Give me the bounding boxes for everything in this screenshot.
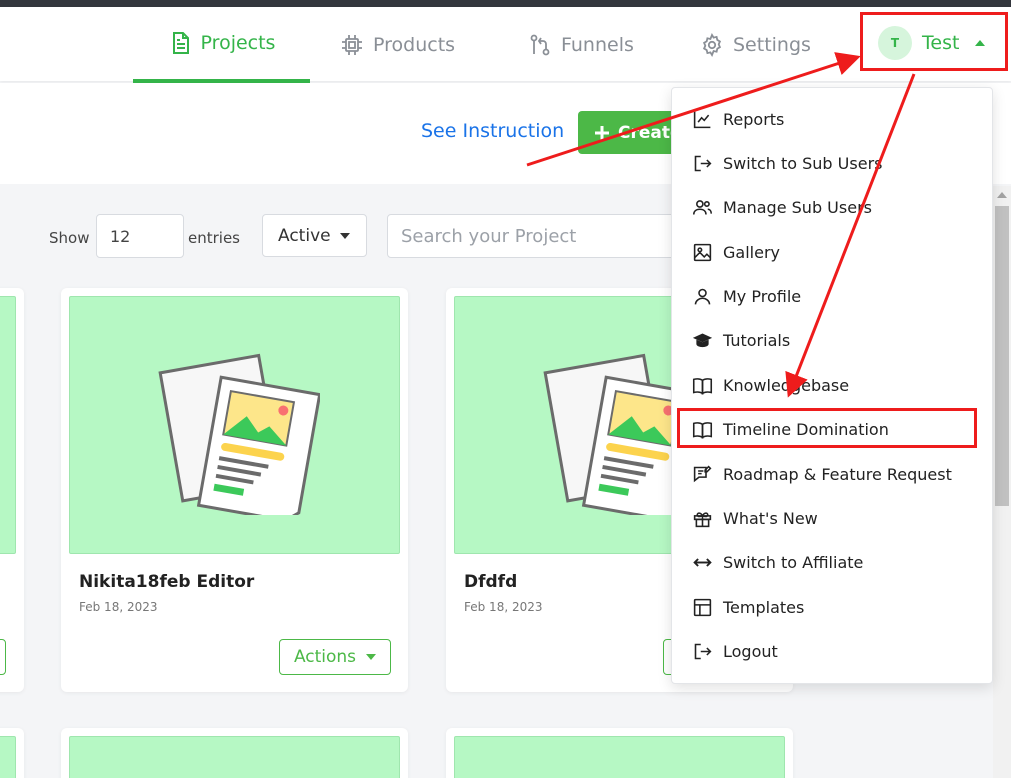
user-dropdown-menu: Reports Switch to Sub Users Manage Sub U…	[671, 87, 993, 684]
show-label: Show	[49, 229, 90, 247]
menu-item-manage-sub-users[interactable]: Manage Sub Users	[692, 193, 872, 221]
menu-item-label: Logout	[723, 641, 778, 661]
project-thumbnail	[0, 296, 16, 554]
tab-settings-label: Settings	[733, 34, 811, 56]
see-instruction-link[interactable]: See Instruction	[421, 120, 564, 142]
actions-button-label: Actions	[293, 647, 357, 667]
tab-projects-label: Projects	[200, 32, 276, 54]
entries-label: entries	[188, 229, 240, 247]
scrollbar-thumb[interactable]	[995, 206, 1009, 506]
annotation-highlight-timeline-domination	[677, 408, 977, 448]
project-card-partial	[0, 728, 24, 778]
tab-funnels-label: Funnels	[561, 34, 634, 56]
entries-per-page-input[interactable]	[96, 214, 184, 258]
arrows-horizontal-icon	[693, 557, 712, 567]
project-thumbnail	[454, 736, 785, 778]
caret-down-icon	[339, 232, 350, 239]
file-document-icon	[172, 32, 189, 54]
menu-item-logout[interactable]: Logout	[692, 637, 778, 665]
actions-button[interactable]: Actions	[279, 639, 391, 675]
project-title: Dfdfd	[464, 572, 518, 592]
sign-in-icon	[694, 155, 712, 171]
page-scrollbar[interactable]	[993, 186, 1011, 778]
project-card[interactable]	[61, 728, 408, 778]
project-date: Feb 18, 2023	[464, 600, 543, 614]
caret-down-icon	[366, 654, 377, 660]
status-filter-value: Active	[278, 225, 331, 246]
menu-item-reports[interactable]: Reports	[692, 105, 784, 133]
menu-item-my-profile[interactable]: My Profile	[692, 282, 801, 310]
menu-item-tutorials[interactable]: Tutorials	[692, 326, 790, 354]
menu-item-label: Reports	[723, 109, 785, 129]
tab-funnels[interactable]: Funnels	[528, 7, 634, 83]
tab-settings[interactable]: Settings	[700, 7, 811, 83]
menu-item-label: My Profile	[723, 286, 802, 306]
menu-item-templates[interactable]: Templates	[692, 593, 804, 621]
tab-products[interactable]: Products	[340, 7, 455, 83]
document-illustration-icon	[157, 353, 320, 515]
project-search-input[interactable]	[387, 214, 677, 258]
project-card[interactable]	[446, 728, 793, 778]
book-open-icon	[692, 377, 713, 395]
menu-item-label: Switch to Sub Users	[723, 153, 883, 173]
users-icon	[692, 199, 713, 215]
project-thumbnail	[0, 736, 16, 778]
menu-item-label: Templates	[723, 597, 805, 617]
project-title: Nikita18feb Editor	[79, 572, 255, 592]
menu-item-roadmap-feature-request[interactable]: Roadmap & Feature Request	[692, 460, 952, 488]
project-thumbnail	[69, 296, 400, 554]
browser-top-strip	[0, 0, 1011, 7]
git-branch-icon	[530, 34, 550, 56]
project-date: Feb 18, 2023	[79, 600, 158, 614]
menu-item-label: Switch to Affiliate	[723, 552, 864, 572]
menu-item-label: What's New	[723, 508, 818, 528]
scroll-up-arrow-icon[interactable]	[997, 192, 1007, 198]
project-thumbnail	[69, 736, 400, 778]
menu-item-label: Manage Sub Users	[723, 197, 872, 217]
menu-item-gallery[interactable]: Gallery	[692, 238, 780, 266]
tab-projects[interactable]: Projects	[133, 7, 310, 83]
user-icon	[694, 288, 711, 304]
menu-item-knowledgebase[interactable]: Knowledgebase	[692, 371, 849, 399]
menu-item-label: Knowledgebase	[723, 375, 850, 395]
project-card-partial	[0, 288, 24, 692]
menu-item-switch-to-affiliate[interactable]: Switch to Affiliate	[692, 548, 863, 576]
cpu-chip-icon	[342, 35, 362, 55]
project-card[interactable]: Nikita18feb Editor Feb 18, 2023 Actions	[61, 288, 408, 692]
image-icon	[693, 243, 712, 261]
menu-item-whats-new[interactable]: What's New	[692, 504, 818, 532]
actions-button[interactable]	[0, 639, 6, 675]
status-filter-select[interactable]: Active	[262, 214, 367, 257]
annotation-highlight-user-menu	[860, 12, 1008, 71]
logout-icon	[694, 643, 712, 659]
menu-item-label: Roadmap & Feature Request	[723, 464, 952, 484]
menu-item-label: Gallery	[723, 242, 780, 262]
menu-item-switch-to-sub-users[interactable]: Switch to Sub Users	[692, 149, 882, 177]
plus-icon	[595, 125, 609, 140]
message-edit-icon	[693, 465, 712, 482]
menu-item-label: Tutorials	[723, 330, 791, 350]
gift-icon	[693, 511, 712, 527]
tab-products-label: Products	[373, 34, 456, 56]
chart-line-icon	[693, 111, 711, 128]
layout-template-icon	[693, 598, 712, 616]
graduation-cap-icon	[692, 333, 713, 347]
gear-icon	[702, 33, 722, 57]
